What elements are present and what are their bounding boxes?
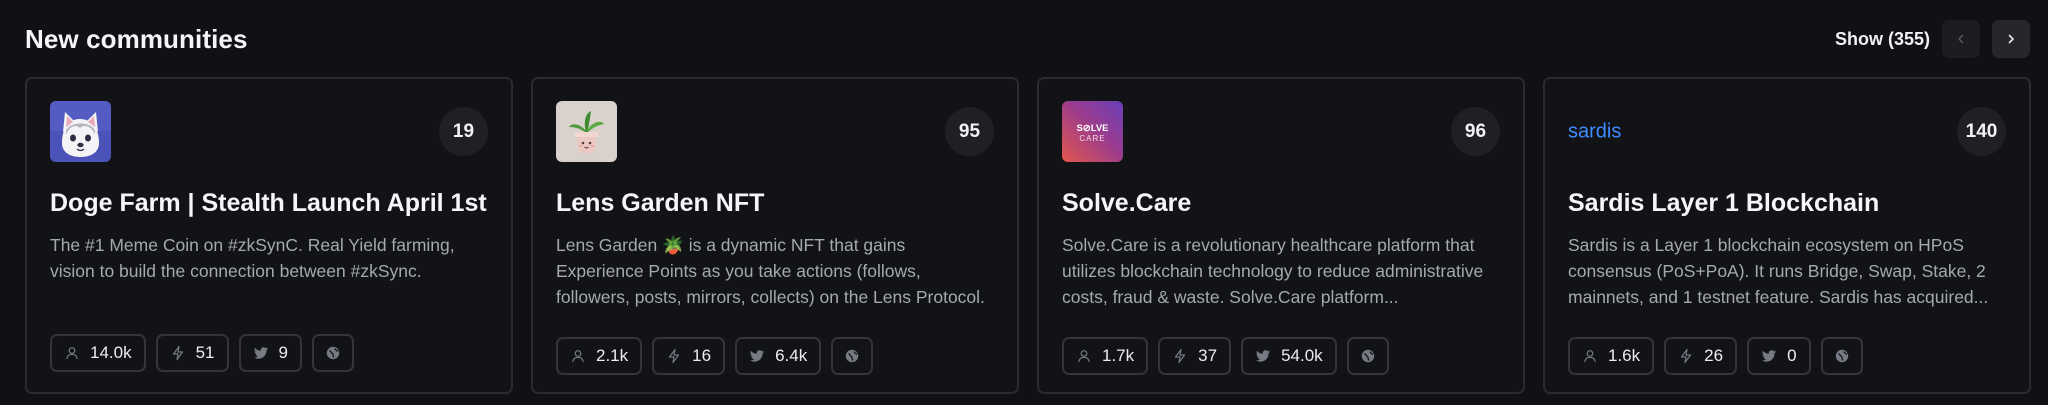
members-stat: 1.7k xyxy=(1062,337,1149,375)
activity-count: 26 xyxy=(1704,346,1724,365)
new-communities-section: New communities Show (355) 19 Doge Farm … xyxy=(0,0,2048,405)
community-name[interactable]: Sardis Layer 1 Blockchain xyxy=(1568,189,2006,218)
members-stat: 14.0k xyxy=(50,334,146,372)
community-description: The #1 Meme Coin on #zkSynC. Real Yield … xyxy=(50,235,455,281)
user-icon xyxy=(572,350,584,363)
community-description: Sardis is a Layer 1 blockchain ecosystem… xyxy=(1568,235,1989,307)
community-cards: 19 Doge Farm | Stealth Launch April 1st … xyxy=(25,77,2031,394)
twitter-icon xyxy=(750,350,765,362)
members-count: 2.1k xyxy=(596,346,629,365)
community-stats: 1.6k 26 0 xyxy=(1568,337,1863,375)
twitter-count: 54.0k xyxy=(1281,346,1323,365)
members-count: 1.7k xyxy=(1102,346,1135,365)
community-name[interactable]: Doge Farm | Stealth Launch April 1st xyxy=(50,189,488,218)
activity-count: 37 xyxy=(1198,346,1218,365)
lightning-icon xyxy=(172,345,183,361)
doge-farm-logo xyxy=(50,101,111,162)
community-card[interactable]: 95 Lens Garden NFT Lens Garden 🪴 is a dy… xyxy=(531,77,1019,394)
user-icon xyxy=(1078,350,1090,363)
section-title: New communities xyxy=(25,23,248,54)
community-card[interactable]: sardis 140 Sardis Layer 1 Blockchain Sar… xyxy=(1543,77,2031,394)
globe-icon xyxy=(1361,349,1374,363)
user-icon xyxy=(1584,350,1596,363)
twitter-stat[interactable]: 9 xyxy=(238,334,302,372)
show-all-link[interactable]: Show (355) xyxy=(1835,29,1930,50)
globe-icon xyxy=(1835,349,1848,363)
sardis-logo: sardis xyxy=(1568,101,1629,162)
lightning-icon xyxy=(1681,348,1692,364)
globe-icon xyxy=(846,349,859,363)
community-name[interactable]: Solve.Care xyxy=(1062,189,1500,218)
twitter-count: 6.4k xyxy=(775,346,808,365)
members-stat: 1.6k xyxy=(1568,337,1655,375)
globe-icon xyxy=(326,346,340,360)
chevron-left-icon xyxy=(1958,34,1964,44)
lightning-icon xyxy=(1175,348,1186,364)
activity-stat: 16 xyxy=(652,337,726,375)
community-count-badge: 95 xyxy=(945,107,994,156)
chevron-right-icon xyxy=(2008,34,2014,44)
previous-button[interactable] xyxy=(1942,20,1980,58)
twitter-stat[interactable]: 6.4k xyxy=(735,337,822,375)
community-card[interactable]: 19 Doge Farm | Stealth Launch April 1st … xyxy=(25,77,513,394)
website-link[interactable] xyxy=(1820,337,1863,375)
twitter-icon xyxy=(253,347,268,359)
activity-count: 51 xyxy=(195,343,215,362)
community-stats: 2.1k 16 6.4k xyxy=(556,337,874,375)
community-description: Lens Garden 🪴 is a dynamic NFT that gain… xyxy=(556,235,985,307)
twitter-stat[interactable]: 54.0k xyxy=(1241,337,1337,375)
next-button[interactable] xyxy=(1992,20,2030,58)
lens-garden-logo xyxy=(556,101,617,162)
community-description: Solve.Care is a revolutionary healthcare… xyxy=(1062,235,1484,307)
twitter-icon xyxy=(1256,350,1271,362)
website-link[interactable] xyxy=(1346,337,1389,375)
twitter-icon xyxy=(1762,350,1777,362)
twitter-count: 0 xyxy=(1787,346,1797,365)
community-card[interactable]: S⊘LVE CARE 96 Solve.Care Solve.Care is a… xyxy=(1037,77,1525,394)
lightning-icon xyxy=(669,348,680,364)
activity-stat: 37 xyxy=(1158,337,1232,375)
community-count-badge: 19 xyxy=(439,107,488,156)
website-link[interactable] xyxy=(831,337,874,375)
members-stat: 2.1k xyxy=(556,337,643,375)
community-count-badge: 96 xyxy=(1451,107,1500,156)
activity-stat: 26 xyxy=(1664,337,1738,375)
svg-text:CARE: CARE xyxy=(1079,134,1105,143)
community-stats: 1.7k 37 54.0k xyxy=(1062,337,1389,375)
svg-text:S⊘LVE: S⊘LVE xyxy=(1076,123,1108,134)
solve-care-logo: S⊘LVE CARE xyxy=(1062,101,1123,162)
community-count-badge: 140 xyxy=(1957,107,2006,156)
activity-stat: 51 xyxy=(155,334,229,372)
activity-count: 16 xyxy=(692,346,712,365)
twitter-count: 9 xyxy=(278,343,288,362)
svg-text:sardis: sardis xyxy=(1568,121,1621,143)
members-count: 14.0k xyxy=(90,343,132,362)
members-count: 1.6k xyxy=(1608,346,1641,365)
user-icon xyxy=(66,347,78,360)
pagination-controls: Show (355) xyxy=(1835,20,2030,58)
twitter-stat[interactable]: 0 xyxy=(1747,337,1811,375)
website-link[interactable] xyxy=(311,334,354,372)
community-stats: 14.0k 51 9 xyxy=(50,334,354,372)
community-name[interactable]: Lens Garden NFT xyxy=(556,189,994,218)
section-header: New communities Show (355) xyxy=(25,14,2030,64)
